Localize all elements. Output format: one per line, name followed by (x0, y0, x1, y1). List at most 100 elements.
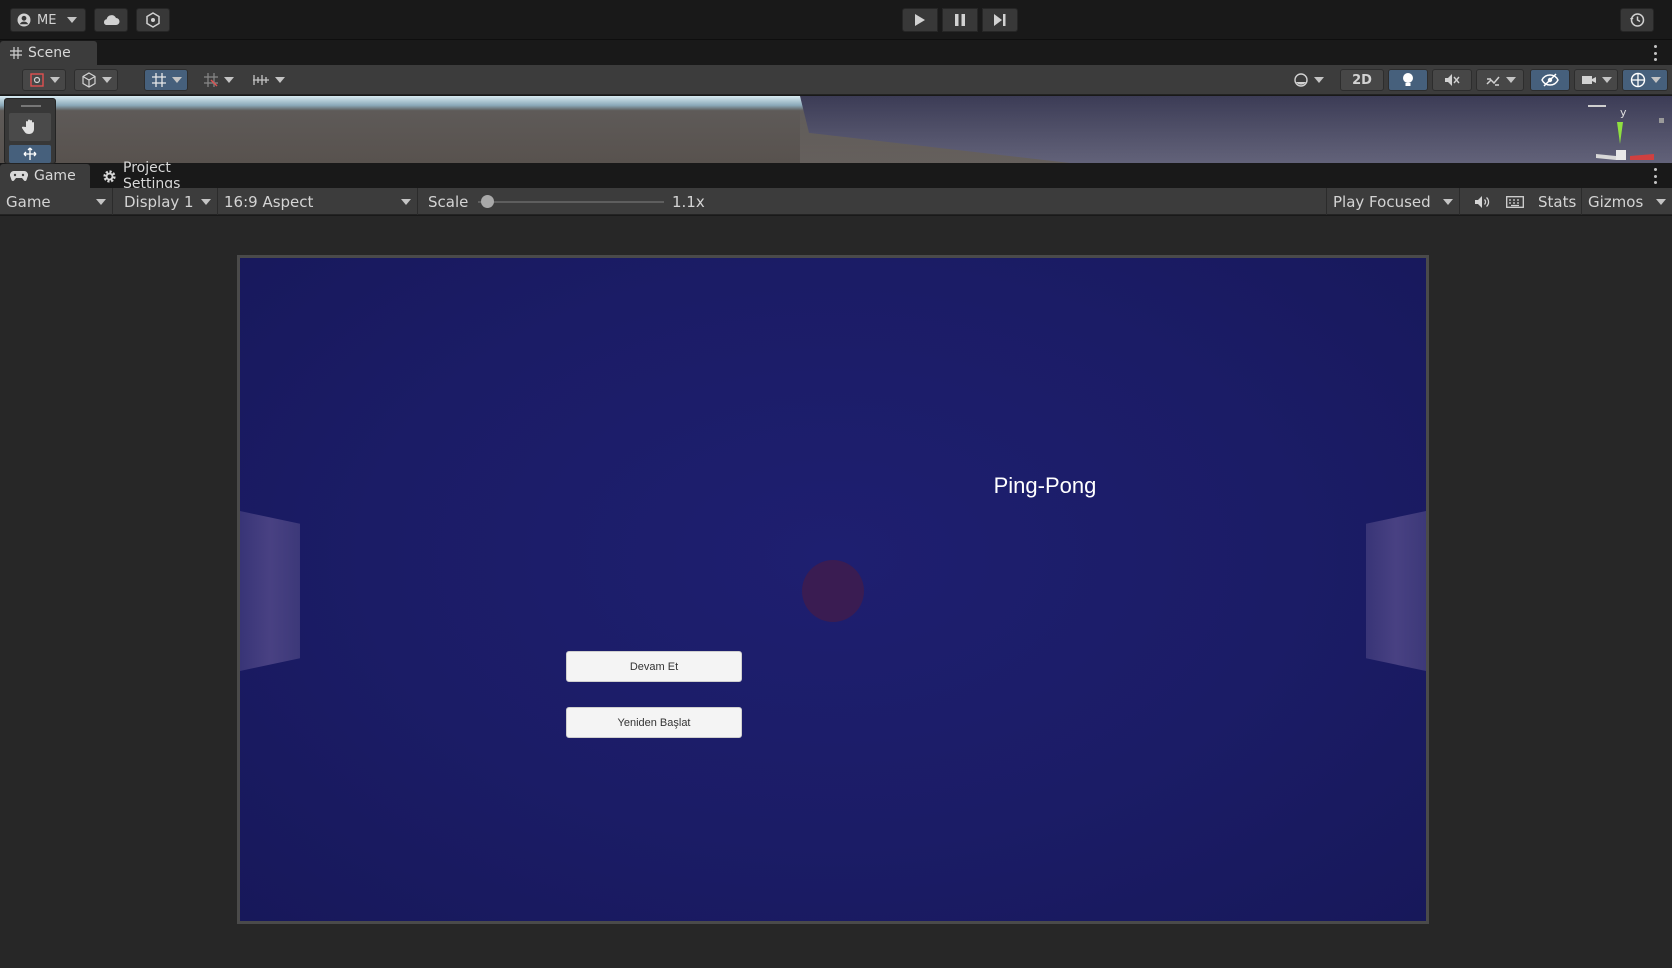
restart-button[interactable]: Yeniden Başlat (566, 707, 742, 738)
aspect-select-value: 16:9 Aspect (224, 192, 314, 211)
lighting-toggle[interactable] (1388, 69, 1428, 91)
stats-label: Stats (1538, 192, 1577, 211)
toggle-2d-label: 2D (1352, 72, 1372, 88)
game-render-frame[interactable]: Ping-Pong Devam Et Yeniden Başlat (237, 255, 1429, 924)
history-button[interactable] (1620, 8, 1654, 32)
gizmo-y-label: y (1620, 106, 1627, 119)
mute-icon (1444, 73, 1460, 87)
scale-label-text: Scale (428, 192, 469, 211)
gizmos-dropdown[interactable]: Gizmos (1582, 188, 1672, 215)
render-mode-dropdown[interactable] (74, 69, 118, 91)
chevron-down-icon (67, 17, 78, 23)
hand-tool-button[interactable] (9, 113, 51, 141)
left-paddle (240, 511, 300, 671)
scale-value-text: 1.1x (672, 192, 705, 211)
pause-icon (954, 13, 966, 27)
camera-dropdown[interactable] (1574, 69, 1618, 91)
chevron-down-icon (1601, 77, 1612, 83)
shortcuts-toggle[interactable] (1500, 188, 1530, 215)
play-icon (914, 13, 926, 27)
move-icon (22, 147, 38, 161)
view-select-value: Game (6, 192, 51, 211)
chevron-down-icon (101, 77, 112, 83)
ball (802, 560, 864, 622)
game-toolbar: Game Display 1 16:9 Aspect Scale 1.1x Pl… (0, 188, 1672, 215)
move-tool-button[interactable] (9, 145, 51, 163)
snap-icon (203, 72, 219, 88)
scene-toolbar: 2D (0, 65, 1672, 95)
chevron-down-icon (49, 77, 60, 83)
hand-icon (21, 118, 39, 136)
scene-viewport[interactable] (0, 96, 1672, 163)
step-icon (993, 13, 1007, 27)
align-dropdown[interactable] (246, 69, 290, 91)
account-icon (17, 13, 31, 27)
view-select[interactable]: Game (0, 188, 113, 215)
tab-scene-label: Scene (28, 45, 71, 61)
gizmos-scene-dropdown[interactable] (1622, 69, 1668, 91)
more-options-icon[interactable] (1652, 45, 1658, 61)
restart-button-label: Yeniden Başlat (617, 716, 691, 729)
effects-icon (1485, 73, 1501, 87)
tab-project-settings[interactable]: Project Settings (92, 160, 242, 192)
chevron-down-icon (223, 77, 234, 83)
grid-snap-dropdown[interactable] (144, 69, 188, 91)
game-title: Ping-Pong (993, 473, 1097, 498)
account-label: ME (37, 12, 57, 28)
tab-game[interactable]: Game (0, 164, 90, 188)
snap-increment-dropdown[interactable] (196, 69, 240, 91)
lightbulb-icon (1401, 72, 1415, 88)
collab-icon (145, 12, 161, 28)
pause-button[interactable] (942, 8, 978, 32)
scale-label: Scale (422, 188, 482, 215)
gear-icon (102, 169, 117, 184)
chevron-down-icon (1505, 77, 1516, 83)
tab-game-label: Game (34, 168, 76, 184)
game-tab-bar: Game Project Settings (0, 160, 1672, 192)
continue-button[interactable]: Devam Et (566, 651, 742, 682)
chevron-down-icon (1443, 198, 1453, 205)
audio-mute-toggle[interactable] (1468, 188, 1496, 215)
scale-slider-track[interactable] (478, 201, 664, 203)
more-options-icon[interactable] (1652, 168, 1658, 184)
cube-icon (81, 72, 97, 88)
scene-tab-bar: Scene (0, 41, 1672, 65)
grid-icon (10, 47, 22, 59)
chevron-down-icon (1656, 198, 1666, 205)
stats-button[interactable]: Stats (1532, 188, 1582, 215)
tab-scene[interactable]: Scene (0, 41, 97, 65)
aspect-select[interactable]: 16:9 Aspect (218, 188, 418, 215)
chevron-down-icon (401, 198, 411, 205)
scale-slider-thumb[interactable] (481, 195, 495, 208)
orientation-gizmo[interactable]: y (1570, 98, 1670, 164)
play-button[interactable] (902, 8, 938, 32)
chevron-down-icon (201, 198, 211, 205)
scene-plane-highlight (800, 96, 1672, 163)
right-paddle (1366, 511, 1426, 671)
keyboard-icon (1506, 195, 1524, 208)
account-dropdown[interactable]: ME (10, 8, 86, 32)
shading-dropdown[interactable] (1284, 69, 1332, 91)
cloud-button[interactable] (94, 8, 128, 32)
continue-button-label: Devam Et (629, 660, 679, 673)
collab-button[interactable] (136, 8, 170, 32)
cloud-icon (102, 14, 120, 26)
drag-handle[interactable] (21, 105, 41, 107)
display-select[interactable]: Display 1 (118, 188, 218, 215)
scene-visibility-toggle[interactable] (1530, 69, 1570, 91)
audio-toggle[interactable] (1432, 69, 1472, 91)
globe-icon (1630, 72, 1646, 88)
play-mode-select[interactable]: Play Focused (1326, 188, 1460, 215)
step-button[interactable] (982, 8, 1018, 32)
scale-value: 1.1x (666, 188, 726, 215)
ruler-icon (252, 73, 270, 87)
chevron-down-icon (96, 198, 106, 205)
chevron-down-icon (274, 77, 285, 83)
history-icon (1629, 12, 1645, 28)
chevron-down-icon (1313, 77, 1324, 83)
speaker-icon (1474, 195, 1490, 209)
toggle-2d-button[interactable]: 2D (1340, 69, 1384, 91)
draw-mode-dropdown[interactable] (22, 69, 66, 91)
effects-dropdown[interactable] (1476, 69, 1524, 91)
sphere-icon (1293, 72, 1309, 88)
